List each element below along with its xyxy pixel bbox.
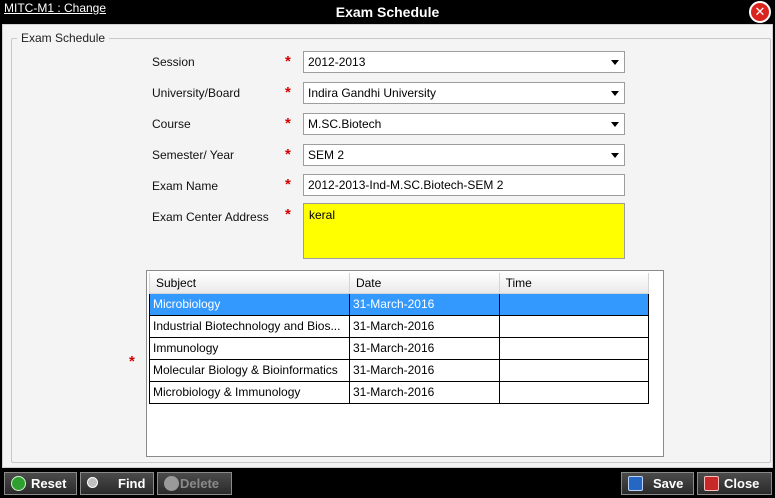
grid-header: Subject Date Time (149, 273, 650, 294)
save-label: Save (653, 476, 684, 491)
required-marker: * (285, 84, 291, 101)
column-header-date[interactable]: Date (348, 273, 500, 294)
center-address-field[interactable]: keral (303, 203, 625, 259)
column-header-time[interactable]: Time (498, 273, 650, 294)
center-address-label: Exam Center Address (152, 210, 269, 224)
subject-cell[interactable]: Industrial Biotechnology and Bios... (149, 314, 350, 338)
chevron-down-icon[interactable] (611, 60, 619, 65)
chevron-down-icon[interactable] (611, 91, 619, 96)
window-title: Exam Schedule (335, 4, 440, 20)
time-cell[interactable] (498, 314, 650, 338)
reset-button[interactable]: Reset (4, 472, 77, 495)
subject-cell[interactable]: Molecular Biology & Bioinformatics (149, 358, 350, 382)
semester-select[interactable]: SEM 2 (303, 144, 625, 166)
column-header-subject[interactable]: Subject (149, 273, 350, 294)
semester-value: SEM 2 (308, 148, 345, 162)
reset-label: Reset (31, 476, 67, 491)
time-cell[interactable] (498, 358, 650, 382)
table-row[interactable]: Industrial Biotechnology and Bios... 31-… (149, 314, 650, 338)
delete-icon (164, 476, 179, 491)
date-cell[interactable]: 31-March-2016 (348, 336, 500, 360)
course-label: Course (152, 117, 191, 131)
date-cell[interactable]: 31-March-2016 (348, 292, 500, 316)
group-legend: Exam Schedule (17, 31, 110, 45)
course-value: M.SC.Biotech (308, 117, 382, 131)
exam-name-value: 2012-2013-Ind-M.SC.Biotech-SEM 2 (308, 178, 504, 192)
university-label: University/Board (152, 86, 241, 100)
chevron-down-icon[interactable] (611, 122, 619, 127)
form-panel: Exam Schedule Session * 2012-2013 Univer… (2, 24, 773, 468)
action-toolbar: Reset Find Delete Save Close (0, 468, 775, 498)
find-button[interactable]: Find (80, 472, 154, 495)
table-row[interactable]: Immunology 31-March-2016 (149, 336, 650, 360)
required-marker: * (129, 353, 135, 370)
time-cell[interactable] (498, 336, 650, 360)
time-cell[interactable] (498, 292, 650, 316)
save-button[interactable]: Save (621, 472, 694, 495)
session-value: 2012-2013 (308, 55, 366, 69)
title-bar: MITC-M1 : Change Exam Schedule ✕ (0, 0, 775, 24)
close-icon[interactable]: ✕ (749, 1, 771, 23)
university-value: Indira Gandhi University (308, 86, 437, 100)
delete-button[interactable]: Delete (157, 472, 232, 495)
university-select[interactable]: Indira Gandhi University (303, 82, 625, 104)
table-row[interactable]: Microbiology & Immunology 31-March-2016 (149, 380, 650, 404)
required-marker: * (285, 115, 291, 132)
table-row[interactable]: Microbiology 31-March-2016 (149, 292, 650, 316)
close-label: Close (724, 476, 760, 491)
table-row[interactable]: Molecular Biology & Bioinformatics 31-Ma… (149, 358, 650, 382)
find-label: Find (118, 476, 146, 491)
required-marker: * (285, 146, 291, 163)
exam-name-label: Exam Name (152, 179, 219, 193)
exam-name-field[interactable]: 2012-2013-Ind-M.SC.Biotech-SEM 2 (303, 174, 625, 196)
course-select[interactable]: M.SC.Biotech (303, 113, 625, 135)
date-cell[interactable]: 31-March-2016 (348, 380, 500, 404)
session-label: Session (152, 55, 195, 69)
save-icon (628, 476, 643, 491)
close-button[interactable]: Close (697, 472, 772, 495)
refresh-icon (11, 476, 26, 491)
subject-grid[interactable]: Subject Date Time Microbiology 31-March-… (146, 270, 664, 457)
session-select[interactable]: 2012-2013 (303, 51, 625, 73)
semester-label: Semester/ Year (152, 148, 235, 162)
subject-cell[interactable]: Microbiology (149, 292, 350, 316)
close-icon (704, 476, 719, 491)
subject-cell[interactable]: Immunology (149, 336, 350, 360)
date-cell[interactable]: 31-March-2016 (348, 314, 500, 338)
chevron-down-icon[interactable] (611, 153, 619, 158)
date-cell[interactable]: 31-March-2016 (348, 358, 500, 382)
required-marker: * (285, 176, 291, 193)
delete-label: Delete (180, 476, 220, 491)
required-marker: * (285, 53, 291, 70)
time-cell[interactable] (498, 380, 650, 404)
subject-cell[interactable]: Microbiology & Immunology (149, 380, 350, 404)
center-address-value: keral (309, 208, 336, 222)
required-marker: * (285, 206, 291, 223)
search-icon (87, 477, 98, 488)
